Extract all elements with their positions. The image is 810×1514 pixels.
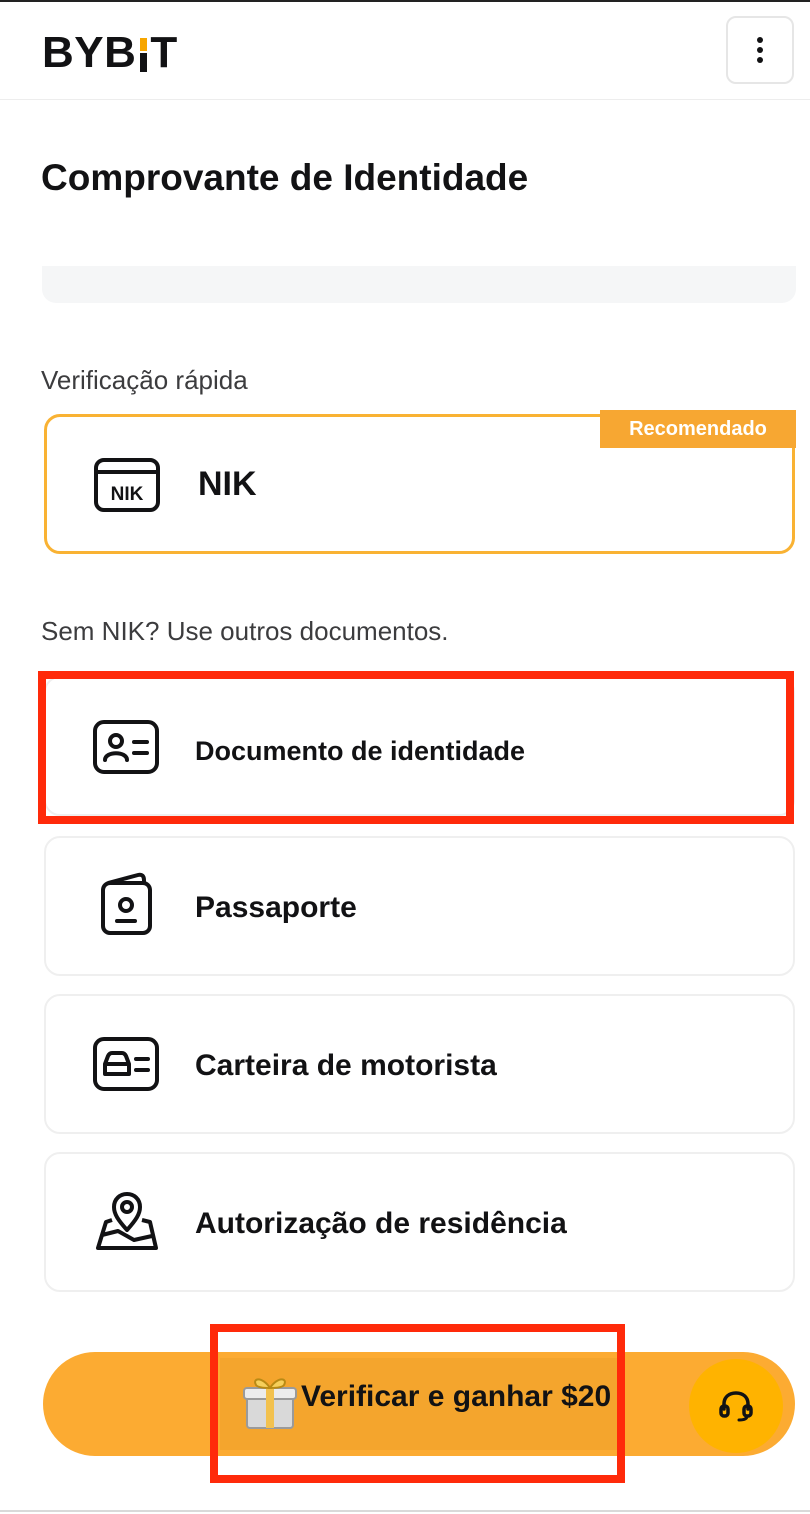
gift-icon — [243, 1378, 297, 1429]
id-document-label: Documento de identidade — [195, 736, 526, 766]
drivers-license-icon — [93, 1037, 159, 1091]
bottom-divider — [0, 1510, 810, 1512]
more-vertical-icon — [757, 37, 763, 63]
quick-verification-label: Verificação rápida — [41, 365, 248, 395]
verify-button-label: Verificar e ganhar $20 — [301, 1380, 612, 1413]
page-title: Comprovante de Identidade — [41, 157, 529, 198]
other-documents-label: Sem NIK? Use outros documentos. — [41, 616, 449, 646]
passport-option[interactable] — [44, 836, 795, 976]
headset-icon — [719, 1391, 753, 1422]
logo-text-right: T — [150, 28, 178, 77]
more-menu-button[interactable] — [726, 16, 794, 84]
drivers-license-label: Carteira de motorista — [195, 1049, 497, 1082]
support-button[interactable] — [689, 1359, 783, 1453]
nik-card-icon: NIK — [94, 458, 160, 512]
residence-permit-label: Autorização de residência — [195, 1207, 567, 1240]
map-pin-icon — [96, 1192, 158, 1250]
app-header: BYB T — [0, 2, 810, 100]
nik-option-label: NIK — [198, 465, 257, 503]
logo-text-left: BYB — [42, 28, 137, 77]
logo-i-mark — [140, 38, 148, 72]
passport-label: Passaporte — [195, 891, 357, 924]
bybit-logo[interactable]: BYB T — [42, 30, 178, 76]
passport-icon — [101, 872, 152, 935]
id-card-icon — [93, 720, 159, 774]
recommended-badge: Recomendado — [600, 410, 796, 448]
svg-text:NIK: NIK — [111, 484, 144, 505]
info-banner — [42, 266, 796, 303]
